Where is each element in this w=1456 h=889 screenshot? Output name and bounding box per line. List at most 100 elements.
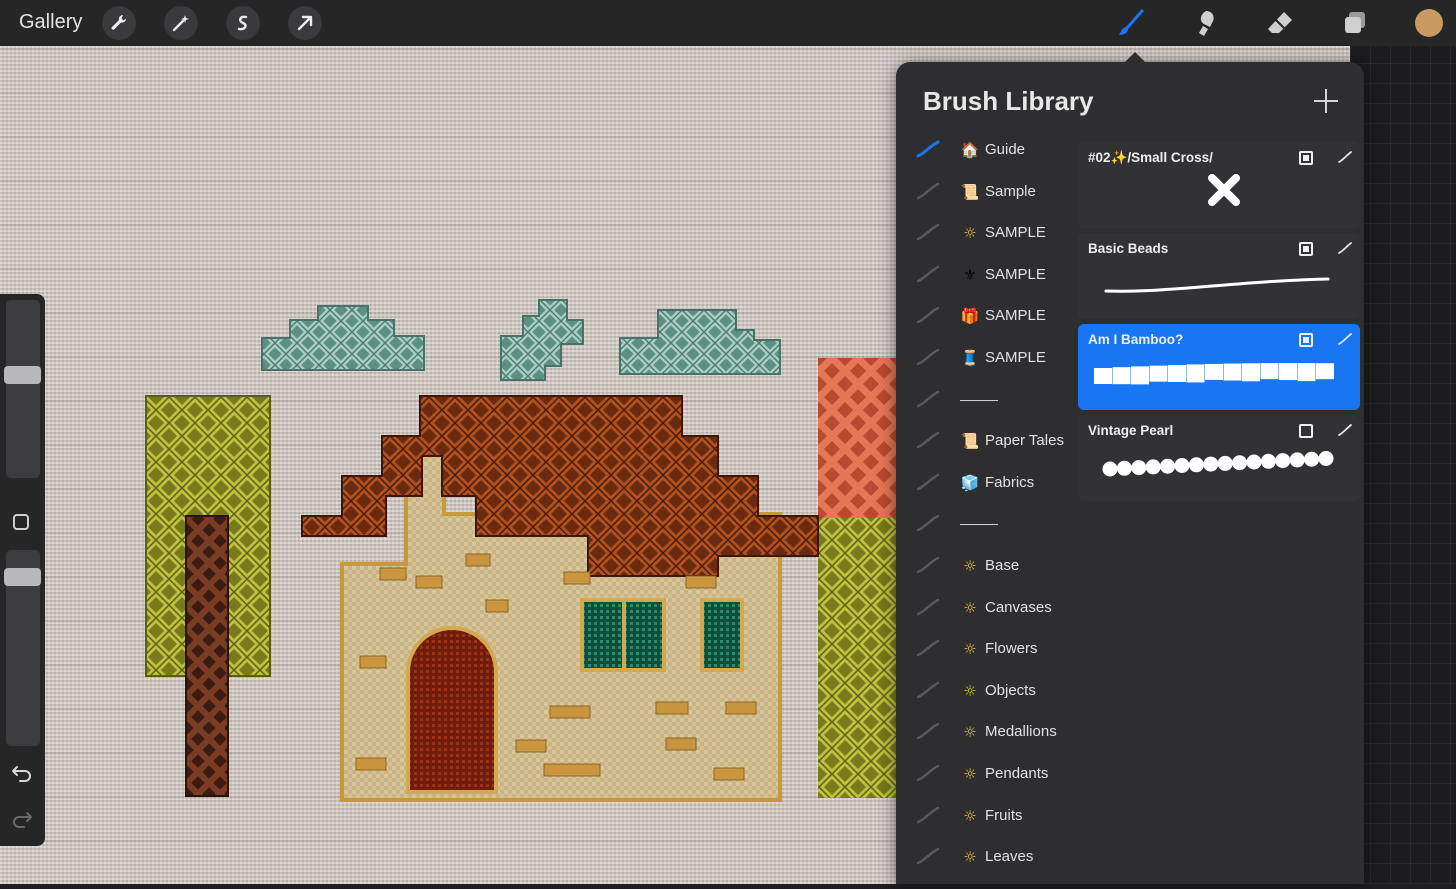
brush-set-label: Paper Tales — [985, 432, 1064, 449]
canvas-background-grid — [1350, 46, 1456, 884]
brush-stroke-icon — [916, 182, 940, 200]
brush-stroke-icon — [916, 639, 940, 657]
brush-set-label: SAMPLE — [985, 349, 1046, 366]
opacity-slider[interactable] — [4, 550, 41, 746]
smudge-icon[interactable] — [1189, 6, 1223, 40]
set-divider: ——— — [960, 524, 998, 525]
brush-set-label: SAMPLE — [985, 266, 1046, 283]
brush-stroke-mini-icon — [1338, 333, 1352, 345]
brush-name: Vintage Pearl — [1088, 423, 1174, 438]
brush-set-item[interactable]: ☼ Pendants — [896, 754, 1076, 794]
brush-set-item[interactable]: ⚜ SAMPLE — [896, 255, 1076, 295]
brush-set-item[interactable]: ☼ SAMPLE — [896, 213, 1076, 253]
brush-set-item[interactable]: 🏠 Guide — [896, 130, 1076, 170]
brush-stroke-icon — [916, 140, 940, 158]
set-emoji-icon: ☼ — [963, 640, 977, 658]
set-emoji-icon: ☼ — [963, 599, 977, 617]
brush-set-label: Objects — [985, 682, 1036, 699]
brush-set-label: Canvases — [985, 599, 1052, 616]
top-toolbar: Gallery — [0, 0, 1456, 46]
brush-stroke-icon — [916, 764, 940, 782]
brush-set-item[interactable]: ☼ Objects — [896, 671, 1076, 711]
brush-set-item[interactable]: ☼ Leaves — [896, 837, 1076, 877]
brush-stroke-mini-icon — [1338, 151, 1352, 163]
brush-stroke-icon — [916, 806, 940, 824]
opacity-thumb[interactable] — [4, 568, 41, 586]
brush-set-item[interactable]: ☼ Medallions — [896, 712, 1076, 752]
brush-icon[interactable] — [1114, 6, 1148, 40]
brush-stroke-icon — [916, 681, 940, 699]
brush-checkbox[interactable] — [1299, 424, 1313, 438]
brush-stroke-icon — [916, 390, 940, 408]
brush-stroke-icon — [916, 556, 940, 574]
brush-card[interactable]: Basic Beads — [1078, 233, 1360, 319]
brush-checkbox[interactable] — [1299, 333, 1313, 347]
brush-stroke-preview — [1102, 451, 1334, 477]
set-emoji-icon: ☼ — [963, 848, 977, 866]
brush-stroke-icon — [916, 847, 940, 865]
set-emoji-icon: 🏠 — [960, 141, 980, 159]
brush-set-item[interactable]: ☼ Canvases — [896, 588, 1076, 628]
add-brush-set-button[interactable] — [1314, 89, 1338, 113]
brush-set-item[interactable]: ☼ Base — [896, 546, 1076, 586]
redo-icon[interactable] — [11, 810, 33, 828]
cloud-right — [619, 309, 781, 375]
brush-checkbox[interactable] — [1299, 151, 1313, 165]
brush-set-label: Sample — [985, 183, 1036, 200]
transform-arrow-icon[interactable] — [288, 6, 322, 40]
brush-set-item[interactable]: 🎁 SAMPLE — [896, 296, 1076, 336]
brush-set-item[interactable]: 🧵 SAMPLE — [896, 338, 1076, 378]
brush-set-label: SAMPLE — [985, 307, 1046, 324]
brush-name: #02✨/Small Cross/ — [1088, 150, 1213, 165]
gallery-button[interactable]: Gallery — [19, 11, 82, 34]
brush-stroke-icon — [916, 473, 940, 491]
undo-icon[interactable] — [11, 764, 33, 782]
brush-checkbox[interactable] — [1299, 242, 1313, 256]
eraser-icon[interactable] — [1263, 6, 1297, 40]
brush-set-item[interactable]: 📜 Sample — [896, 172, 1076, 212]
brush-name: Basic Beads — [1088, 241, 1169, 256]
modify-button[interactable] — [13, 514, 29, 530]
brush-card[interactable]: Am I Bamboo? — [1078, 324, 1360, 410]
set-emoji-icon: 🧊 — [960, 474, 980, 492]
brush-stroke-icon — [916, 306, 940, 324]
layers-icon[interactable] — [1338, 6, 1372, 40]
magic-wand-icon[interactable] — [164, 6, 198, 40]
selection-icon[interactable] — [226, 6, 260, 40]
brush-set-item[interactable]: ☼ Flowers — [896, 629, 1076, 669]
brush-name: Am I Bamboo? — [1088, 332, 1184, 347]
brush-set-label: SAMPLE — [985, 224, 1046, 241]
brush-stroke-preview — [1094, 363, 1334, 385]
brush-stroke-icon — [916, 223, 940, 241]
brush-set-item[interactable]: ——— — [896, 504, 1076, 544]
panel-title: Brush Library — [923, 86, 1094, 116]
brush-stroke-mini-icon — [1338, 242, 1352, 254]
set-divider: ——— — [960, 400, 998, 401]
brush-set-item[interactable]: ——— — [896, 380, 1076, 420]
panel-pointer — [1124, 52, 1146, 63]
brush-set-label: Pendants — [985, 765, 1049, 782]
brush-stroke-icon — [916, 514, 940, 532]
color-swatch[interactable] — [1415, 9, 1443, 37]
set-emoji-icon: ☼ — [963, 557, 977, 575]
brush-size-slider[interactable] — [4, 300, 41, 478]
set-emoji-icon: 🎁 — [960, 307, 980, 325]
brush-set-item[interactable]: 🧊 Fabrics — [896, 463, 1076, 503]
left-sidebar — [0, 294, 45, 846]
brush-set-item[interactable]: 📜 Paper Tales — [896, 421, 1076, 461]
wrench-icon[interactable] — [102, 6, 136, 40]
brush-size-thumb[interactable] — [4, 366, 41, 384]
brush-set-item[interactable]: ☼ Fruits — [896, 796, 1076, 836]
brush-stroke-mini-icon — [1338, 424, 1352, 436]
brush-library-panel: Brush Library 🏠 Guide 📜 Sample ☼ SAMPLE ⚜ SAMPL… — [896, 62, 1364, 884]
set-emoji-icon: 📜 — [960, 432, 980, 450]
brush-card[interactable]: #02✨/Small Cross/ — [1078, 142, 1360, 228]
brush-card[interactable]: Vintage Pearl — [1078, 415, 1360, 501]
brush-stroke-icon — [916, 722, 940, 740]
set-emoji-icon: 🧵 — [960, 349, 980, 367]
brush-set-label: Flowers — [985, 640, 1038, 657]
set-emoji-icon: ☼ — [963, 682, 977, 700]
cloud-left — [261, 305, 425, 371]
brush-set-label: Fruits — [985, 807, 1023, 824]
brush-set-label: Base — [985, 557, 1020, 574]
